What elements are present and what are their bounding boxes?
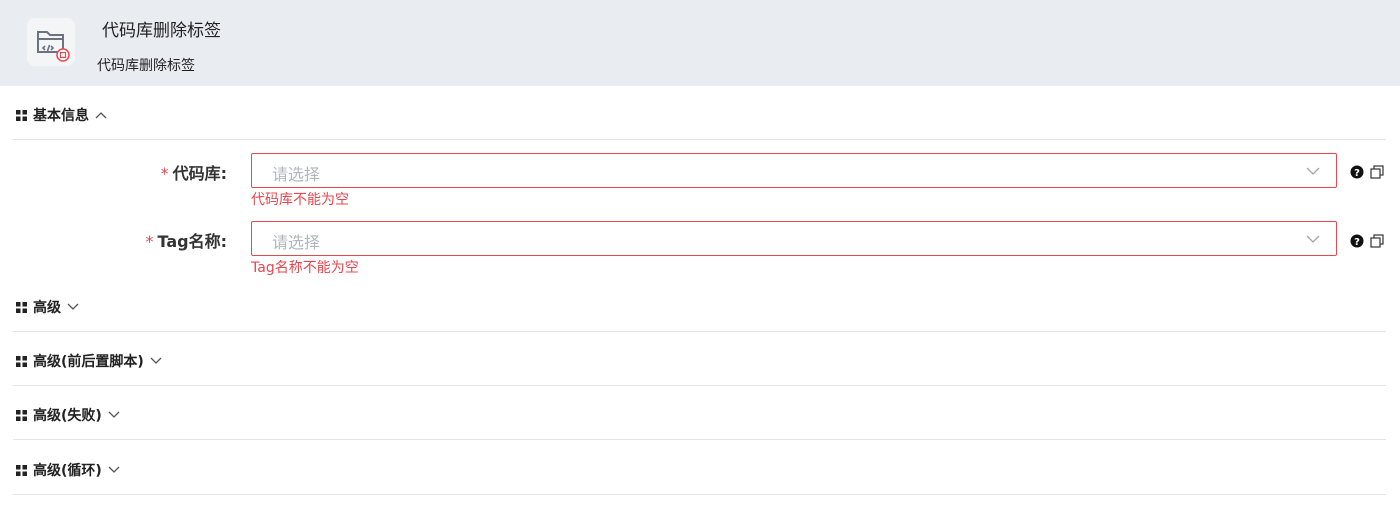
grid-icon [16,409,27,421]
plugin-subtitle: 代码库删除标签 [97,58,195,74]
chevron-down-icon [108,466,120,473]
svg-text:?: ? [1354,237,1360,248]
svg-text:?: ? [1354,168,1360,179]
repo-field-label: * 代码库: [27,160,227,184]
chevron-down-icon [150,357,162,364]
plugin-title: 代码库删除标签 [102,21,221,41]
chevron-down-icon [67,303,79,310]
chevron-up-icon [95,112,107,119]
required-mark: * [145,232,154,251]
copy-icon[interactable] [1370,234,1384,248]
grid-icon [16,464,27,476]
chevron-down-icon [1306,235,1320,243]
tag-select[interactable]: 请选择 [251,221,1337,256]
copy-icon[interactable] [1370,165,1384,179]
repo-error-message: 代码库不能为空 [251,192,349,208]
required-mark: * [160,164,169,183]
section-advanced-script-toggle[interactable]: 高级(前后置脚本) [16,351,162,371]
section-advanced-toggle[interactable]: 高级 [16,297,79,317]
chevron-down-icon [1306,167,1320,175]
tag-field-label: * Tag名称: [27,228,227,252]
grid-icon [16,355,27,367]
section-advanced-label: 高级 [33,300,61,316]
section-basic-toggle[interactable]: 基本信息 [16,105,107,125]
section-advanced-failure-label: 高级(失败) [33,408,102,424]
section-advanced-script-label: 高级(前后置脚本) [33,354,144,370]
section-advanced-loop-label: 高级(循环) [33,463,102,479]
chevron-down-icon [108,411,120,418]
section-advanced-loop-toggle[interactable]: 高级(循环) [16,460,120,480]
divider [13,494,1386,495]
repo-select[interactable]: 请选择 [251,153,1337,188]
tag-select-placeholder: 请选择 [272,233,321,252]
section-advanced-failure-toggle[interactable]: 高级(失败) [16,405,120,425]
help-icon[interactable]: ? [1350,165,1364,179]
repo-select-placeholder: 请选择 [272,165,321,184]
tag-label-text: Tag名称: [157,232,227,251]
divider [13,439,1386,440]
section-basic-label: 基本信息 [33,108,89,124]
grid-icon [16,301,27,313]
tag-error-message: Tag名称不能为空 [251,260,359,276]
divider [13,139,1386,140]
divider [13,385,1386,386]
help-icon[interactable]: ? [1350,234,1364,248]
divider [13,331,1386,332]
folder-tag-icon [27,18,75,66]
plugin-header: 代码库删除标签 代码库删除标签 [0,0,1400,86]
repo-label-text: 代码库: [172,164,227,183]
grid-icon [16,109,27,121]
